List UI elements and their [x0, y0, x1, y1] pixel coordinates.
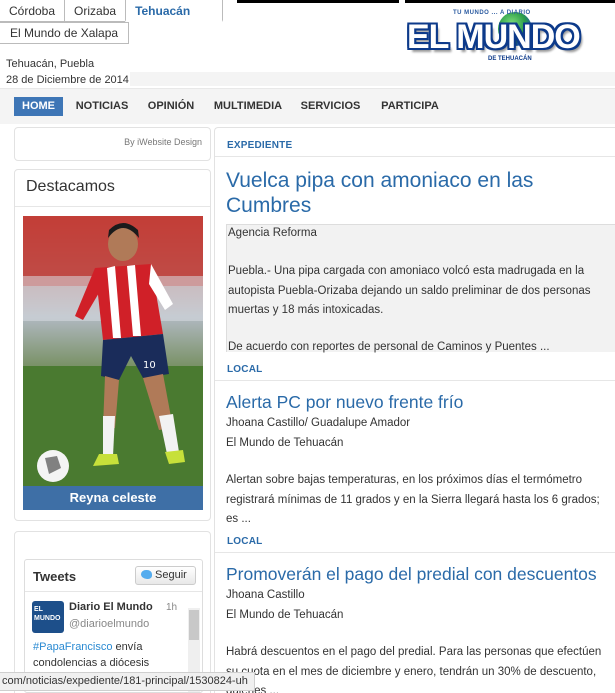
top-border [237, 0, 399, 3]
section-label[interactable]: EXPEDIENTE [227, 140, 292, 151]
featured-box: Destacamos 10 Reyna celeste [14, 169, 211, 521]
article-lead: Habrá descuentos en el pago del predial.… [226, 646, 602, 693]
nav-participa[interactable]: PARTICIPA [377, 97, 443, 116]
avatar[interactable]: EL MUNDO [32, 601, 64, 633]
tweet-text: #PapaFrancisco envía condolencias a dióc… [33, 639, 183, 671]
divider [215, 552, 615, 553]
tweet-hashtag[interactable]: #PapaFrancisco [33, 641, 113, 653]
logo-subtitle: DE TEHUACÁN [485, 56, 535, 62]
divider [25, 591, 202, 592]
site-logo[interactable]: TU MUNDO ... A DIARIO EL MUNDO DE TEHUAC… [405, 8, 612, 72]
date-bar [130, 72, 615, 86]
scrollbar-thumb[interactable] [189, 610, 199, 640]
article-lead: Alertan sobre bajas temperaturas, en los… [226, 474, 600, 525]
nav-home[interactable]: HOME [14, 97, 63, 116]
city-tab-xalapa[interactable]: El Mundo de Xalapa [0, 22, 130, 44]
top-border [405, 0, 615, 3]
divider [15, 206, 210, 207]
nav-multimedia[interactable]: MULTIMEDIA [212, 97, 284, 116]
city-tab-orizaba[interactable]: Orizaba [64, 0, 127, 22]
nav-opinion[interactable]: OPINIÓN [145, 97, 197, 116]
main-nav: HOME NOTICIAS OPINIÓN MULTIMEDIA SERVICI… [0, 88, 615, 124]
location-text: Tehuacán, Puebla [6, 58, 95, 70]
page: { "cities": { "tabs": [ {"label": "Córdo… [0, 0, 615, 693]
tweet-author-name[interactable]: Diario El Mundo [69, 601, 153, 613]
section-label[interactable]: LOCAL [227, 364, 262, 375]
section-label[interactable]: LOCAL [227, 536, 262, 547]
twitter-bird-icon [141, 570, 152, 579]
article-source: El Mundo de Tehuacán [226, 609, 344, 621]
city-tabs: Córdoba Orizaba Tehuacán [0, 0, 224, 22]
logo-wordmark: EL MUNDO [407, 18, 581, 56]
tweet-time[interactable]: 1h [166, 602, 177, 613]
status-bar-url: com/noticias/expediente/181-principal/15… [0, 672, 255, 691]
credit-box: By iWebsite Design [14, 127, 211, 161]
nav-noticias[interactable]: NOTICIAS [72, 97, 132, 116]
article-lead: Puebla.- Una pipa cargada con amoniaco v… [228, 265, 591, 316]
article-title[interactable]: Alerta PC por nuevo frente frío [226, 392, 463, 413]
tweets-title: Tweets [33, 569, 77, 584]
city-tab-cordoba[interactable]: Córdoba [0, 0, 66, 22]
soccer-player-image: 10 [23, 216, 203, 506]
svg-text:10: 10 [143, 360, 156, 371]
nav-servicios[interactable]: SERVICIOS [298, 97, 363, 116]
article-lead-continued: De acuerdo con reportes de personal de C… [228, 341, 550, 353]
tweet-handle[interactable]: @diarioelmundo [69, 618, 149, 630]
article-title[interactable]: Vuelca pipa con amoniaco en las Cumbres [226, 168, 606, 218]
featured-title: Destacamos [26, 178, 115, 195]
featured-article-summary: Agencia Reforma Puebla.- Una pipa cargad… [226, 224, 615, 353]
featured-caption[interactable]: Reyna celeste [23, 486, 203, 510]
follow-button[interactable]: Seguir [135, 566, 196, 585]
articles-column: EXPEDIENTE Vuelca pipa con amoniaco en l… [214, 127, 615, 693]
article-title[interactable]: Promoverán el pago del predial con descu… [226, 564, 597, 585]
date-text: 28 de Diciembre de 2014 [6, 74, 129, 86]
article-source: El Mundo de Tehuacán [226, 437, 344, 449]
article-author: Jhoana Castillo/ Guadalupe Amador [226, 417, 411, 429]
follow-label: Seguir [155, 569, 187, 581]
featured-photo[interactable]: 10 [23, 216, 203, 506]
divider [215, 156, 615, 157]
design-credit[interactable]: By iWebsite Design [124, 137, 202, 147]
article-author: Jhoana Castillo [226, 589, 305, 601]
divider [215, 380, 615, 381]
city-tab-tehuacan[interactable]: Tehuacán [125, 0, 224, 22]
article-author: Agencia Reforma [228, 227, 317, 239]
logo-tagline: TU MUNDO ... A DIARIO [453, 10, 531, 16]
